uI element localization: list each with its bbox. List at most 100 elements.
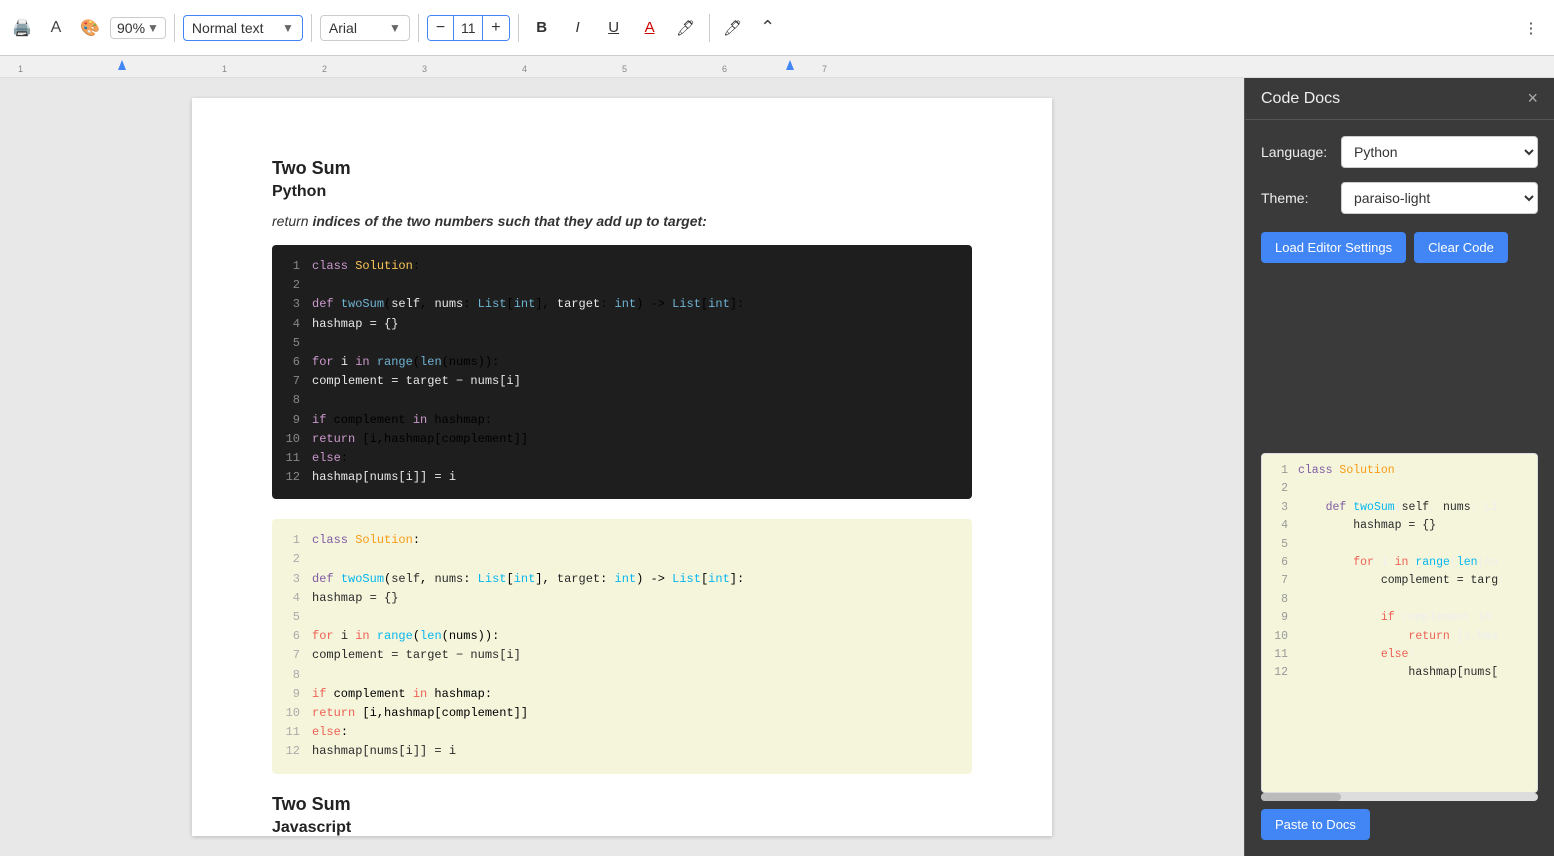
- code-line: 3 def twoSum(self, nums: List[int], targ…: [284, 570, 960, 589]
- font-chevron-icon: ▼: [389, 21, 401, 35]
- code-line: 11 else:: [284, 449, 960, 468]
- load-editor-settings-button[interactable]: Load Editor Settings: [1261, 232, 1406, 263]
- svg-text:2: 2: [322, 64, 327, 74]
- editor-line: 6 for i in range(len(nu: [1270, 554, 1529, 572]
- main-area: Two Sum Python return indices of the two…: [0, 78, 1554, 856]
- doc-lang-1: Python: [272, 183, 972, 201]
- link-button[interactable]: 🖊: [718, 13, 748, 43]
- svg-text:7: 7: [822, 64, 827, 74]
- doc-intro-bold: indices of the two numbers such that the…: [312, 213, 706, 229]
- doc-intro: return indices of the two numbers such t…: [272, 213, 972, 229]
- code-line: 6 for i in range(len(nums)):: [284, 353, 960, 372]
- code-line: 9 if complement in hashmap:: [284, 685, 960, 704]
- code-line: 3 def twoSum(self, nums: List[int], targ…: [284, 295, 960, 314]
- svg-text:6: 6: [722, 64, 727, 74]
- editor-line: 1 class Solution:: [1270, 462, 1529, 480]
- side-panel: Code Docs × Language: Python JavaScript …: [1244, 78, 1554, 856]
- code-line: 12 hashmap[nums[i]] = i: [284, 468, 960, 487]
- panel-buttons: Load Editor Settings Clear Code: [1261, 232, 1538, 263]
- editor-line: 8: [1270, 591, 1529, 609]
- code-line: 7 complement = target − nums[i]: [284, 372, 960, 391]
- theme-label: Theme:: [1261, 190, 1331, 206]
- underline-button[interactable]: U: [599, 13, 629, 43]
- close-button[interactable]: ×: [1527, 88, 1538, 109]
- text-color-button[interactable]: A: [635, 13, 665, 43]
- doc-page: Two Sum Python return indices of the two…: [192, 98, 1052, 836]
- editor-line: 2: [1270, 480, 1529, 498]
- code-line: 8: [284, 391, 960, 410]
- code-line: 1 class Solution:: [284, 531, 960, 550]
- doc-title-1: Two Sum: [272, 158, 972, 179]
- paint-format-icon[interactable]: 🎨: [76, 14, 104, 42]
- toolbar: 🖨️ A 🎨 90% ▼ Normal text ▼ Arial ▼ − 11 …: [0, 0, 1554, 56]
- code-line: 9 if complement in hashmap:: [284, 411, 960, 430]
- code-line: 4 hashmap = {}: [284, 315, 960, 334]
- doc-title-2: Two Sum: [272, 794, 972, 815]
- editor-line: 9 if complement in: [1270, 609, 1529, 627]
- svg-text:4: 4: [522, 64, 527, 74]
- italic-button[interactable]: I: [563, 13, 593, 43]
- style-chevron-icon: ▼: [282, 21, 294, 35]
- code-line: 6 for i in range(len(nums)):: [284, 627, 960, 646]
- font-size-increase-button[interactable]: +: [483, 16, 508, 40]
- divider-1: [174, 14, 175, 42]
- doc-intro-text: return: [272, 213, 312, 229]
- code-line: 12 hashmap[nums[i]] = i: [284, 742, 960, 761]
- code-line: 7 complement = target − nums[i]: [284, 646, 960, 665]
- clear-code-button[interactable]: Clear Code: [1414, 232, 1508, 263]
- divider-3: [418, 14, 419, 42]
- code-block-dark: 1 class Solution: 2 3 def twoSum(self, n…: [272, 245, 972, 499]
- svg-text:1: 1: [18, 64, 23, 74]
- theme-select[interactable]: paraiso-light paraiso-dark monokai githu…: [1341, 182, 1538, 214]
- divider-2: [311, 14, 312, 42]
- editor-line: 10 return [i,has: [1270, 628, 1529, 646]
- code-line: 10 return [i,hashmap[complement]]: [284, 430, 960, 449]
- language-row: Language: Python JavaScript Java C++ Go …: [1261, 136, 1538, 168]
- code-block-light: 1 class Solution: 2 3 def twoSum(self, n…: [272, 519, 972, 773]
- font-value: Arial: [329, 20, 357, 36]
- editor-line: 7 complement = targ: [1270, 572, 1529, 590]
- panel-body: Language: Python JavaScript Java C++ Go …: [1245, 120, 1554, 453]
- document-area: Two Sum Python return indices of the two…: [0, 78, 1244, 856]
- spellcheck-icon[interactable]: A: [42, 14, 70, 42]
- code-line: 11 else:: [284, 723, 960, 742]
- divider-4: [518, 14, 519, 42]
- ruler: 1 1 2 3 4 5 6 7: [0, 56, 1554, 78]
- more-button[interactable]: ⋮: [1516, 13, 1546, 43]
- code-line: 10 return [i,hashmap[complement]]: [284, 704, 960, 723]
- code-line: 2: [284, 550, 960, 569]
- expand-icon[interactable]: ⌃: [754, 14, 782, 42]
- code-line: 4 hashmap = {}: [284, 589, 960, 608]
- code-line: 8: [284, 666, 960, 685]
- svg-text:5: 5: [622, 64, 627, 74]
- divider-5: [709, 14, 710, 42]
- font-size-value: 11: [453, 16, 483, 40]
- doc-lang-2: Javascript: [272, 819, 972, 837]
- editor-line: 4 hashmap = {}: [1270, 517, 1529, 535]
- font-size-control: − 11 +: [427, 15, 510, 41]
- bold-button[interactable]: B: [527, 13, 557, 43]
- language-select[interactable]: Python JavaScript Java C++ Go Rust: [1341, 136, 1538, 168]
- svg-text:3: 3: [422, 64, 427, 74]
- zoom-control[interactable]: 90% ▼: [110, 17, 166, 39]
- language-label: Language:: [1261, 144, 1331, 160]
- scrollbar-thumb[interactable]: [1261, 793, 1341, 801]
- editor-line: 5: [1270, 536, 1529, 554]
- style-value: Normal text: [192, 20, 264, 36]
- code-line: 5: [284, 334, 960, 353]
- print-icon[interactable]: 🖨️: [8, 14, 36, 42]
- code-line: 2: [284, 276, 960, 295]
- editor-line: 3 def twoSum(self, nums: Li: [1270, 499, 1529, 517]
- editor-line: 11 else:: [1270, 646, 1529, 664]
- font-size-decrease-button[interactable]: −: [428, 16, 453, 40]
- zoom-chevron-icon: ▼: [147, 21, 159, 35]
- style-dropdown[interactable]: Normal text ▼: [183, 15, 303, 41]
- panel-scrollbar[interactable]: [1261, 793, 1538, 801]
- panel-header: Code Docs ×: [1245, 78, 1554, 120]
- highlight-button[interactable]: 🖊: [671, 13, 701, 43]
- font-dropdown[interactable]: Arial ▼: [320, 15, 410, 41]
- code-editor-panel[interactable]: 1 class Solution: 2 3 def twoSum(self, n…: [1261, 453, 1538, 793]
- paste-btn-row: Paste to Docs: [1245, 809, 1554, 856]
- theme-row: Theme: paraiso-light paraiso-dark monoka…: [1261, 182, 1538, 214]
- paste-to-docs-button[interactable]: Paste to Docs: [1261, 809, 1370, 840]
